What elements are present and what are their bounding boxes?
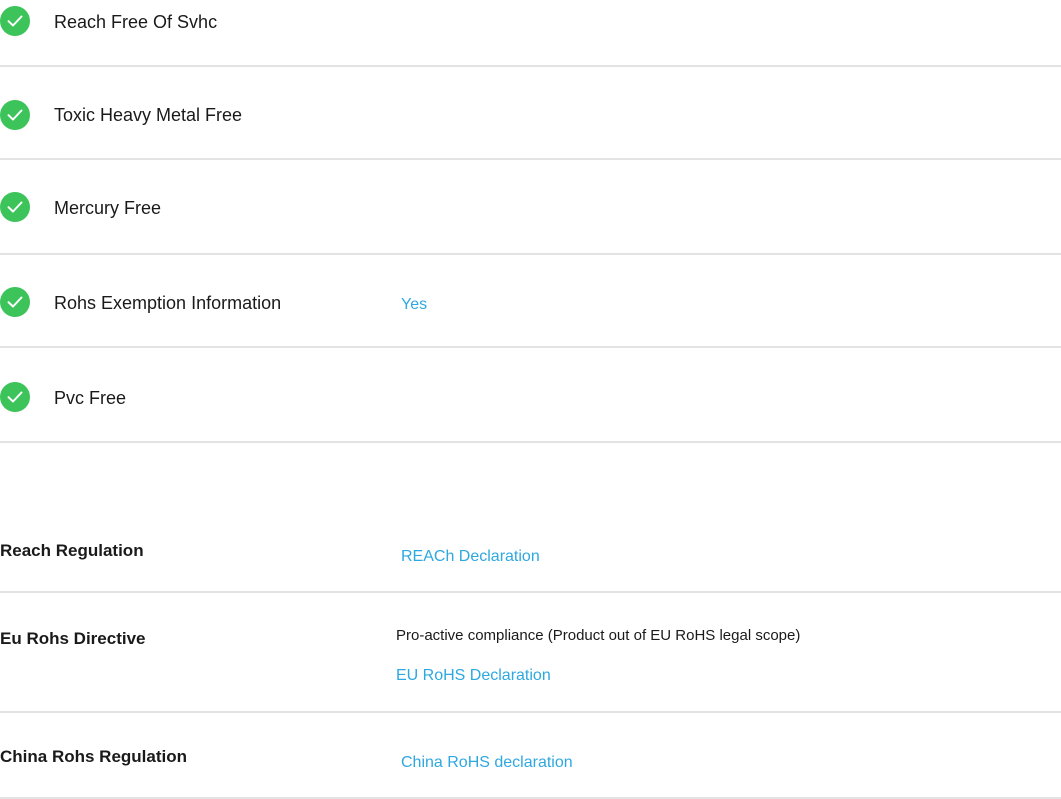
rohs-exemption-yes-link[interactable]: Yes (401, 296, 427, 314)
feature-row-mercury-free: Mercury Free (0, 160, 1061, 255)
check-circle-icon (0, 192, 30, 222)
check-circle-icon (0, 287, 30, 317)
feature-label: Reach Free Of Svhc (54, 12, 218, 32)
regulation-label: China Rohs Regulation (0, 747, 187, 766)
feature-row-rohs-exemption: Rohs Exemption Information Yes (0, 255, 1061, 348)
eu-rohs-compliance-text: Pro-active compliance (Product out of EU… (396, 627, 801, 644)
feature-label: Toxic Heavy Metal Free (54, 105, 243, 125)
eu-rohs-declaration-link[interactable]: EU RoHS Declaration (396, 667, 551, 685)
feature-row-toxic-heavy-metal: Toxic Heavy Metal Free (0, 67, 1061, 160)
regulations-list: Reach Regulation REACh Declaration Eu Ro… (0, 498, 1061, 799)
regulation-label: Reach Regulation (0, 541, 144, 560)
feature-row-pvc-free: Pvc Free (0, 348, 1061, 443)
environmental-features-list: Reach Free Of Svhc Toxic Heavy Metal Fre… (0, 0, 1061, 443)
feature-label: Pvc Free (54, 388, 127, 408)
feature-row-reach-free: Reach Free Of Svhc (0, 0, 1061, 67)
regulation-row-china-rohs: China Rohs Regulation China RoHS declara… (0, 713, 1061, 799)
feature-label: Rohs Exemption Information (54, 293, 282, 313)
reach-declaration-link[interactable]: REACh Declaration (401, 548, 540, 566)
regulation-row-eu-rohs: Eu Rohs Directive Pro-active compliance … (0, 593, 1061, 713)
check-circle-icon (0, 382, 30, 412)
check-circle-icon (0, 6, 30, 36)
china-rohs-declaration-link[interactable]: China RoHS declaration (401, 754, 573, 772)
regulation-row-reach: Reach Regulation REACh Declaration (0, 498, 1061, 593)
feature-label: Mercury Free (54, 198, 162, 218)
regulation-label: Eu Rohs Directive (0, 629, 146, 648)
check-circle-icon (0, 100, 30, 130)
